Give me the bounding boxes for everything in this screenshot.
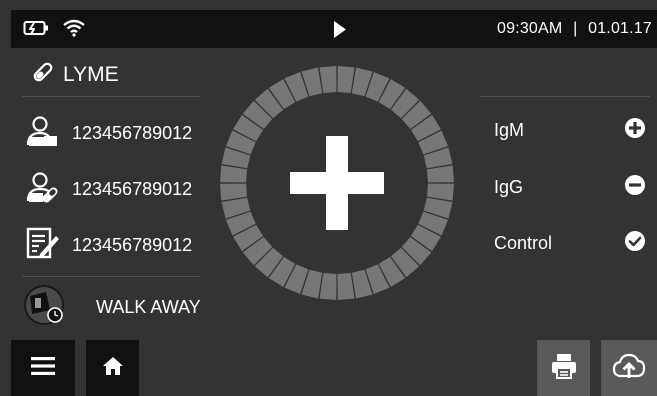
minus-circle-icon [624,174,646,201]
test-name: LYME [63,63,119,86]
sample-id-row: 123456789012 [26,227,192,264]
result-label-control: Control [494,233,553,253]
play-icon[interactable] [333,21,347,43]
patient-id-value: 123456789012 [72,123,193,143]
battery-charging-icon [23,19,49,42]
hamburger-menu-icon [31,356,55,381]
ring-segment [337,272,355,300]
positive-plus-icon [290,136,384,230]
test-title: LYME [31,60,119,90]
left-bottom-divider [22,276,200,277]
ring-segment [220,183,248,201]
cloud-upload-icon [612,352,646,385]
operator-id-row: 123456789012 [26,171,192,208]
result-label-igm: IgM [494,120,525,140]
ring-segment [426,183,454,201]
time-date-separator: | [573,20,578,37]
plus-circle-icon [624,117,646,144]
result-row-igg: IgG [494,174,646,201]
operator-id-value: 123456789012 [72,179,193,199]
walk-away-icon [22,284,68,331]
walk-away-label: WALK AWAY [96,297,201,317]
ring-segment [319,272,337,300]
clock: 09:30AM | 01.01.17 [497,20,652,38]
menu-button[interactable] [11,340,75,396]
ring-segment [220,165,248,183]
result-indicator [218,64,456,302]
status-bar: 09:30AM | 01.01.17 [11,10,657,48]
check-circle-icon [624,230,646,257]
walk-away-mode[interactable]: WALK AWAY [22,284,201,331]
left-top-divider [22,96,200,97]
sample-id-value: 123456789012 [72,235,193,255]
status-icons [23,19,85,42]
ring-segment [337,66,355,94]
wifi-icon [63,19,85,42]
ring-segment [426,165,454,183]
result-row-igm: IgM [494,117,646,144]
home-icon [102,356,124,381]
progress-ring [220,66,454,300]
right-top-divider [480,96,650,97]
print-button[interactable] [537,340,590,396]
test-strip-icon [31,60,55,90]
ring-segment [319,66,337,94]
result-row-control: Control [494,230,646,257]
date-text: 01.01.17 [588,20,652,37]
operator-id-icon [26,171,60,208]
upload-button[interactable] [601,340,657,396]
time-text: 09:30AM [496,20,563,37]
patient-id-icon [26,115,60,152]
printer-icon [550,352,578,385]
home-button[interactable] [86,340,139,396]
patient-id-row: 123456789012 [26,115,192,152]
sample-id-icon [26,227,60,264]
result-label-igg: IgG [494,177,524,197]
